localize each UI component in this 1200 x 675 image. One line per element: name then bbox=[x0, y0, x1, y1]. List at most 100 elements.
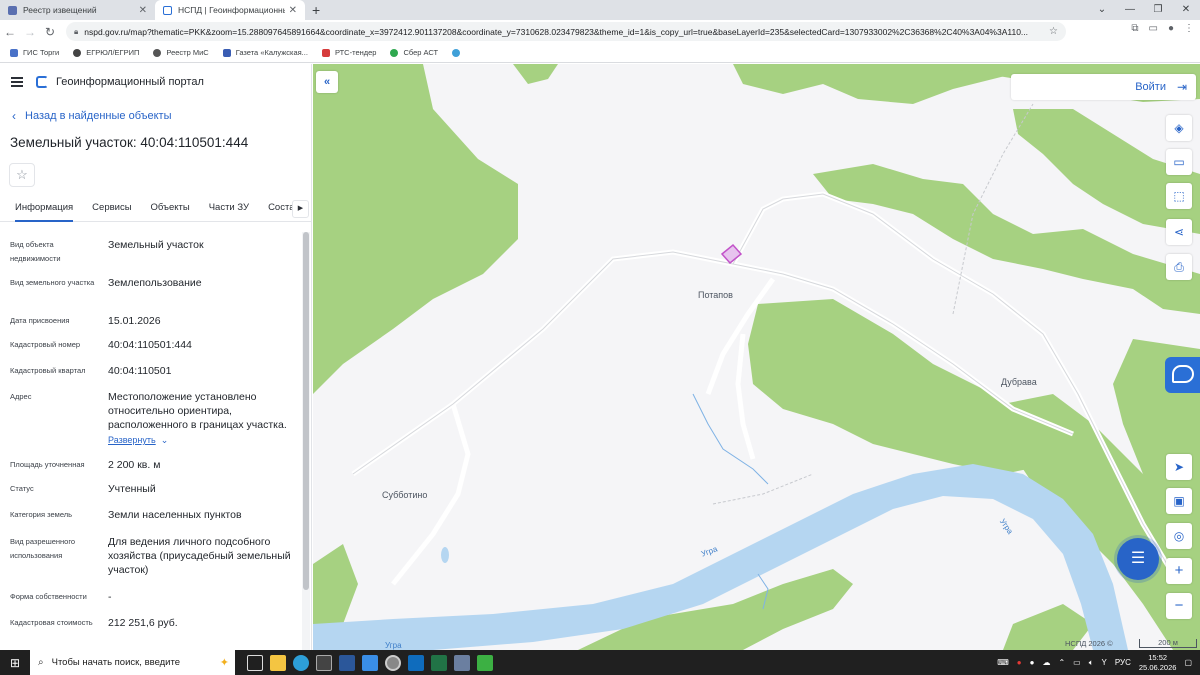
close-icon[interactable]: ✕ bbox=[289, 5, 297, 16]
back-arrow-icon[interactable]: ← bbox=[0, 25, 20, 39]
extensions-icon[interactable]: ⧉ bbox=[1131, 23, 1138, 34]
outlook-icon[interactable] bbox=[408, 654, 424, 671]
yandex-icon[interactable]: Y bbox=[1102, 658, 1107, 667]
edge-icon[interactable] bbox=[293, 654, 309, 671]
place-label-subbotino: Субботино bbox=[382, 490, 428, 500]
file-explorer-icon[interactable] bbox=[270, 654, 286, 671]
tray-icon[interactable]: ● bbox=[1030, 658, 1035, 667]
lock-icon: 🔒︎ bbox=[74, 26, 79, 36]
login-button[interactable]: Войти ⇥ bbox=[1011, 74, 1196, 100]
plus-icon: + bbox=[1174, 562, 1184, 579]
maximize-button[interactable]: ❐ bbox=[1144, 0, 1172, 20]
tab-information[interactable]: Информация bbox=[15, 196, 74, 222]
volume-icon[interactable]: 🔈︎ bbox=[1089, 658, 1094, 668]
print-button[interactable]: ⎙ bbox=[1166, 254, 1192, 280]
location-button[interactable]: ◎ bbox=[1166, 523, 1192, 549]
menu-icon[interactable] bbox=[11, 75, 23, 90]
panel-scrollbar-thumb[interactable] bbox=[303, 232, 309, 590]
globe-icon bbox=[153, 48, 162, 57]
tab-services[interactable]: Сервисы bbox=[92, 196, 131, 222]
feedback-widget[interactable] bbox=[1165, 357, 1200, 393]
geolocation-button[interactable]: ➤ bbox=[1166, 454, 1192, 480]
browser-tab-nspd[interactable]: НСПД | Геоинформационный п ✕ bbox=[155, 0, 305, 20]
home-icon[interactable] bbox=[477, 654, 493, 671]
task-view-icon[interactable] bbox=[247, 654, 263, 671]
taskbar-apps bbox=[247, 654, 493, 671]
expand-link[interactable]: Развернуть bbox=[108, 433, 156, 447]
location-pin-icon: ◎ bbox=[1173, 529, 1185, 543]
menu-icon[interactable]: ⋮ bbox=[1184, 23, 1194, 34]
clock[interactable]: 15:52 25.06.2026 bbox=[1139, 653, 1177, 673]
favorite-button[interactable]: ☆ bbox=[9, 163, 35, 187]
bookmark-gazeta[interactable]: Газета «Калужская... bbox=[222, 48, 308, 57]
tab-objects[interactable]: Объекты bbox=[151, 196, 190, 222]
onedrive-icon[interactable]: ☁ bbox=[1042, 658, 1050, 667]
place-label-dubrava: Дубрава bbox=[1001, 377, 1037, 387]
mail-icon[interactable] bbox=[362, 654, 378, 671]
taskbar-search[interactable]: ⌕ Чтобы начать поиск, введите ✦ bbox=[30, 650, 235, 675]
tray-overflow-icon[interactable]: ⌃ bbox=[1058, 658, 1065, 667]
search-icon: ⌕ bbox=[38, 657, 44, 668]
bookmark-sber-ast[interactable]: Сбер АСТ bbox=[390, 48, 438, 57]
bookmark-reestr-mis[interactable]: Реестр МиС bbox=[153, 48, 209, 57]
layers-button[interactable]: ◈ bbox=[1166, 115, 1192, 141]
sparkle-icon: ✦ bbox=[219, 657, 229, 669]
language-indicator[interactable]: РУС bbox=[1115, 658, 1131, 667]
new-tab-button[interactable]: + bbox=[312, 2, 320, 18]
minimize-button[interactable]: — bbox=[1116, 0, 1144, 20]
share-button[interactable]: ⋖ bbox=[1166, 219, 1192, 245]
login-label: Войти bbox=[1135, 81, 1166, 93]
map-layer bbox=[313, 64, 1200, 650]
map-canvas[interactable]: Потапов Дубрава Субботино Угра Угра Угра… bbox=[313, 64, 1200, 650]
close-window-button[interactable]: ✕ bbox=[1172, 0, 1200, 20]
collapse-panel-button[interactable]: « bbox=[316, 71, 338, 93]
bookmark-extra[interactable] bbox=[452, 48, 465, 57]
taskbar-search-placeholder: Чтобы начать поиск, введите bbox=[51, 657, 181, 668]
close-icon[interactable]: ✕ bbox=[139, 5, 147, 16]
reload-icon[interactable]: ↻ bbox=[40, 25, 60, 39]
gis-icon bbox=[10, 48, 18, 57]
url-text[interactable]: nspd.gov.ru/map?thematic=PKK&zoom=15.288… bbox=[84, 27, 1041, 37]
word-icon[interactable] bbox=[339, 654, 355, 671]
store-icon[interactable] bbox=[316, 654, 332, 671]
chat-icon: ☰ bbox=[1130, 550, 1146, 567]
omnibox[interactable]: 🔒︎ nspd.gov.ru/map?thematic=PKK&zoom=15.… bbox=[66, 22, 1066, 41]
chrome-icon[interactable] bbox=[385, 654, 401, 671]
excel-icon[interactable] bbox=[431, 654, 447, 671]
back-to-results-link[interactable]: ‹ Назад в найденные объекты bbox=[12, 109, 172, 123]
network-icon[interactable]: ▭ bbox=[1073, 658, 1081, 667]
layers-icon: ◈ bbox=[1174, 121, 1184, 135]
tab-title: НСПД | Геоинформационный п bbox=[178, 5, 285, 15]
browser-tab-registry[interactable]: Реестр извещений ✕ bbox=[0, 0, 155, 20]
browser-tab-strip: Реестр извещений ✕ НСПД | Геоинформацион… bbox=[0, 0, 1200, 20]
attr-value: Земли населенных пунктов bbox=[108, 509, 242, 521]
attr-value: - bbox=[108, 591, 112, 603]
ruler-button[interactable]: ▭ bbox=[1166, 149, 1192, 175]
antivirus-icon[interactable]: ● bbox=[1017, 658, 1022, 667]
chevron-down-icon[interactable]: ⌄ bbox=[1088, 0, 1116, 20]
nspd-icon bbox=[163, 5, 172, 15]
minimap-button[interactable]: ▣ bbox=[1166, 488, 1192, 514]
river-label: Угра bbox=[385, 641, 402, 650]
bookmark-gis-torgi[interactable]: ГИС Торги bbox=[10, 48, 59, 57]
windows-start-icon[interactable]: ⊞ bbox=[0, 656, 30, 670]
tabs-next-button[interactable]: ▶ bbox=[292, 200, 309, 218]
chat-assistant-button[interactable]: ☰ bbox=[1117, 538, 1159, 580]
forward-arrow-icon[interactable]: → bbox=[20, 25, 40, 39]
chevron-down-icon[interactable]: ⌄ bbox=[161, 435, 169, 445]
bookmark-rts[interactable]: РТС-тендер bbox=[321, 48, 376, 57]
zoom-out-button[interactable]: − bbox=[1166, 593, 1192, 619]
bookmark-egrul[interactable]: ЕГРЮЛ/ЕГРИП bbox=[73, 48, 139, 57]
tab-parts[interactable]: Части ЗУ bbox=[209, 196, 249, 222]
keyboard-icon[interactable]: ⌨ bbox=[997, 658, 1009, 667]
select-area-button[interactable]: ⬚ bbox=[1166, 183, 1192, 209]
attr-key: Категория земель bbox=[10, 510, 73, 519]
profile-icon[interactable]: ● bbox=[1168, 23, 1174, 34]
map-scale-bar: 200 м bbox=[1139, 639, 1197, 648]
star-icon[interactable]: ☆ bbox=[1049, 26, 1058, 37]
sidebar-icon[interactable]: ▭ bbox=[1149, 23, 1158, 34]
notifications-icon[interactable]: ▢ bbox=[1184, 658, 1192, 667]
zoom-in-button[interactable]: + bbox=[1166, 558, 1192, 584]
printer-icon: ⎙ bbox=[1174, 260, 1184, 274]
calculator-icon[interactable] bbox=[454, 654, 470, 671]
